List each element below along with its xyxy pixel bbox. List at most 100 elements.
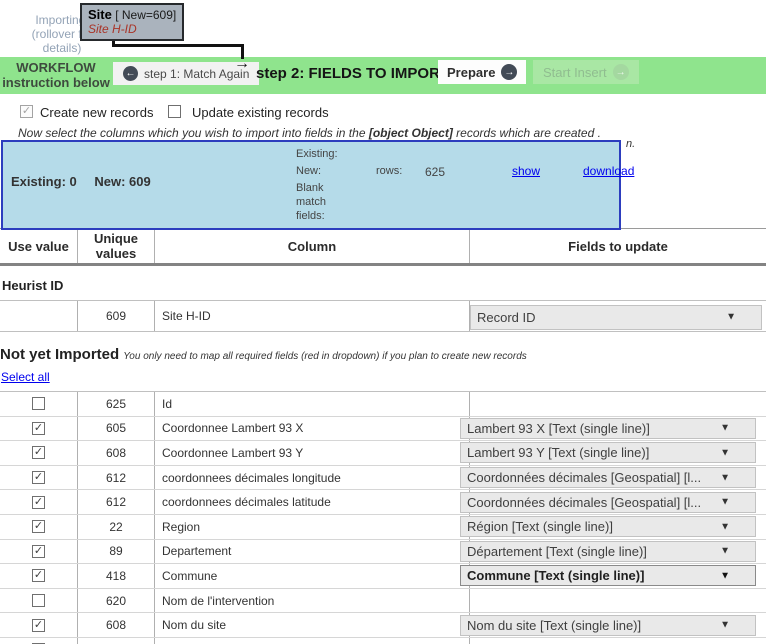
row-use-cell: ✓: [0, 613, 78, 637]
row-checkbox[interactable]: ✓: [32, 619, 45, 632]
unique-count: 608: [78, 441, 155, 465]
instruction-suffix: records which are created .: [453, 126, 601, 140]
prepare-button-label: Prepare: [447, 65, 495, 80]
row-field-cell: [470, 638, 766, 644]
chevron-down-icon: ▼: [720, 620, 730, 631]
rows-count: 625: [425, 165, 445, 179]
row-use-cell: ✓: [0, 515, 78, 539]
download-link[interactable]: download: [583, 164, 634, 178]
unique-count: 625: [78, 392, 155, 416]
field-dropdown[interactable]: Coordonnées décimales [Geospatial] [l...…: [460, 492, 756, 513]
dropdown-label: Lambert 93 Y [Text (single line)]: [461, 443, 755, 462]
back-arrow-icon: ←: [123, 66, 138, 81]
heurist-id-section-title: Heurist ID: [0, 278, 766, 293]
existing-total: Existing: 0: [11, 174, 77, 189]
not-yet-imported-note: You only need to map all required fields…: [123, 351, 527, 362]
row-use-cell: ✓: [0, 564, 78, 588]
forward-arrow-icon: →: [613, 64, 629, 80]
select-all-link[interactable]: Select all: [0, 370, 50, 384]
dropdown-label: Commune [Text (single line)]: [461, 566, 755, 585]
column-name: Date début: [155, 638, 470, 644]
column-name: Nom du site: [155, 613, 470, 637]
row-checkbox[interactable]: ✓: [32, 422, 45, 435]
heurist-row-field-cell: Record ID ▼: [470, 301, 766, 331]
match-summary-panel: Existing: 0 New: 609 Existing: New: Blan…: [1, 140, 621, 230]
table-row: ✓ 608 Nom du site Nom du site [Text (sin…: [0, 613, 766, 638]
column-name: coordonnees décimales latitude: [155, 490, 470, 514]
unique-count: 612: [78, 490, 155, 514]
row-checkbox[interactable]: ✓: [32, 496, 45, 509]
heurist-id-row: 609 Site H-ID Record ID ▼: [0, 300, 766, 332]
connector-arrow-icon: →: [234, 55, 250, 73]
row-field-cell: Coordonnées décimales [Geospatial] [l...…: [470, 466, 766, 490]
dropdown-label: Coordonnées décimales [Geospatial] [l...: [461, 468, 755, 487]
row-checkbox[interactable]: ✓: [32, 545, 45, 558]
instruction-object: [object Object]: [369, 126, 453, 140]
field-dropdown[interactable]: Nom du site [Text (single line)] ▼: [460, 615, 756, 636]
clipped-text-fragment: n.: [626, 138, 635, 150]
column-name: Coordonnee Lambert 93 X: [155, 417, 470, 441]
update-existing-records-checkbox[interactable]: [168, 105, 181, 118]
field-dropdown[interactable]: Commune [Text (single line)] ▼: [460, 565, 756, 586]
field-dropdown[interactable]: Lambert 93 X [Text (single line)] ▼: [460, 418, 756, 439]
column-name: Id: [155, 392, 470, 416]
field-dropdown[interactable]: Lambert 93 Y [Text (single line)] ▼: [460, 442, 756, 463]
unique-count: 22: [78, 515, 155, 539]
chevron-down-icon: ▼: [720, 472, 730, 483]
table-row: ✓ 608 Coordonnee Lambert 93 Y Lambert 93…: [0, 441, 766, 466]
unique-count: 608: [78, 613, 155, 637]
new-total: New: 609: [94, 174, 150, 189]
table-header: Use value Unique values Column Fields to…: [0, 228, 766, 266]
row-use-cell: ✓: [0, 417, 78, 441]
tooltip-badge: [ New=609]: [115, 8, 176, 22]
dropdown-label: Nom du site [Text (single line)]: [461, 616, 755, 635]
column-name: Departement: [155, 540, 470, 564]
summary-blank-label-2: match: [296, 196, 326, 208]
field-dropdown[interactable]: Région [Text (single line)] ▼: [460, 516, 756, 537]
row-use-cell: ✓: [0, 441, 78, 465]
row-use-cell: [0, 392, 78, 416]
chevron-down-icon: ▼: [720, 447, 730, 458]
mapping-table: Use value Unique values Column Fields to…: [0, 228, 766, 644]
column-name: coordonnees décimales longitude: [155, 466, 470, 490]
header-unique-values: Unique values: [78, 229, 155, 263]
heurist-row-column: Site H-ID: [155, 301, 470, 331]
row-checkbox[interactable]: ✓: [32, 520, 45, 533]
row-checkbox[interactable]: ✓: [32, 471, 45, 484]
summary-existing-label: Existing:: [296, 148, 338, 160]
row-field-cell: Région [Text (single line)] ▼: [470, 515, 766, 539]
dropdown-label: Coordonnées décimales [Geospatial] [l...: [461, 493, 755, 512]
dropdown-label: Région [Text (single line)]: [461, 517, 755, 536]
rows-label: rows:: [376, 165, 402, 177]
start-insert-button[interactable]: Start Insert →: [533, 60, 639, 84]
show-link[interactable]: show: [512, 164, 540, 178]
chevron-down-icon: ▼: [720, 497, 730, 508]
not-yet-imported-heading: Not yet Imported: [0, 346, 119, 363]
field-dropdown[interactable]: Département [Text (single line)] ▼: [460, 541, 756, 562]
header-use-value: Use value: [0, 229, 78, 263]
start-insert-button-label: Start Insert: [543, 65, 607, 80]
heurist-row-count: 609: [78, 301, 155, 331]
row-checkbox[interactable]: ✓: [32, 569, 45, 582]
create-new-records-checkbox[interactable]: ✓: [20, 105, 33, 118]
unique-count: 605: [78, 417, 155, 441]
row-field-cell: Lambert 93 X [Text (single line)] ▼: [470, 417, 766, 441]
workflow-label-line1: WORKFLOW: [0, 60, 112, 75]
unique-count: 620: [78, 589, 155, 613]
tooltip-record-type: Site: [88, 7, 112, 22]
record-id-dropdown[interactable]: Record ID ▼: [470, 305, 762, 330]
import-rows: 625 Id ✓ 605 Coordonnee Lambert 93 X Lam…: [0, 391, 766, 644]
column-name: Commune: [155, 564, 470, 588]
row-checkbox[interactable]: ✓: [32, 446, 45, 459]
row-checkbox[interactable]: [32, 397, 45, 410]
forward-arrow-icon: →: [501, 64, 517, 80]
row-use-cell: ✓: [0, 540, 78, 564]
step2-heading: step 2: FIELDS TO IMPORT: [256, 65, 449, 82]
field-dropdown[interactable]: Coordonnées décimales [Geospatial] [l...…: [460, 467, 756, 488]
connector-line: [112, 44, 244, 47]
row-checkbox[interactable]: [32, 594, 45, 607]
not-yet-imported-title: Not yet Imported You only need to map all…: [0, 346, 766, 363]
chevron-down-icon: ▼: [720, 521, 730, 532]
column-name: Coordonnee Lambert 93 Y: [155, 441, 470, 465]
prepare-button[interactable]: Prepare →: [438, 60, 526, 84]
